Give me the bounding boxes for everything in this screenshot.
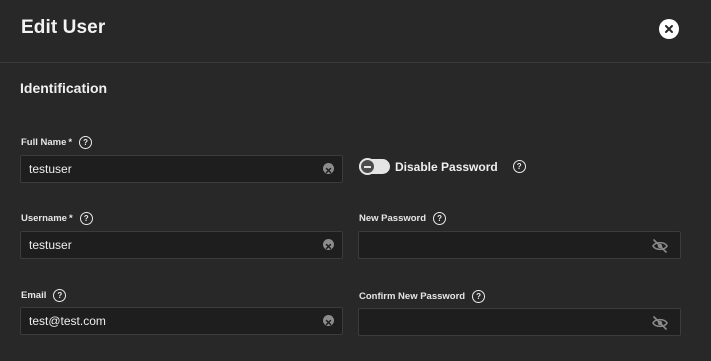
email-label: Email ? <box>21 289 67 302</box>
username-label: Username * ? <box>21 212 93 225</box>
dialog-title: Edit User <box>21 17 106 38</box>
confirm-password-label: Confirm New Password ? <box>359 290 486 303</box>
help-icon[interactable]: ? <box>79 212 93 225</box>
help-icon[interactable]: ? <box>433 212 447 225</box>
clear-icon[interactable] <box>323 315 334 326</box>
clear-icon[interactable] <box>323 239 334 250</box>
username-field[interactable]: testuser <box>20 231 343 259</box>
close-button[interactable] <box>659 19 679 39</box>
new-password-label: New Password ? <box>359 212 447 225</box>
close-icon <box>665 25 673 33</box>
full-name-value: testuser <box>29 162 72 176</box>
email-value: test@test.com <box>29 314 106 328</box>
section-title-identification: Identification <box>20 80 108 96</box>
required-marker: * <box>68 137 73 148</box>
disable-password-toggle-row: Disable Password ? <box>359 158 526 175</box>
eye-off-icon[interactable] <box>652 239 668 253</box>
disable-password-toggle[interactable] <box>359 158 390 175</box>
clear-icon[interactable] <box>323 163 334 174</box>
toggle-knob <box>359 158 376 175</box>
new-password-field[interactable] <box>358 231 681 259</box>
username-value: testuser <box>29 238 72 252</box>
full-name-field[interactable]: testuser <box>20 155 343 183</box>
help-icon[interactable]: ? <box>79 136 93 149</box>
help-icon[interactable]: ? <box>472 290 486 303</box>
confirm-password-field[interactable] <box>358 308 681 336</box>
disable-password-label[interactable]: Disable Password <box>395 160 498 174</box>
required-marker: * <box>68 213 73 224</box>
dialog-header: Edit User <box>0 0 711 63</box>
email-field[interactable]: test@test.com <box>20 307 343 335</box>
eye-off-icon[interactable] <box>652 316 668 330</box>
help-icon[interactable]: ? <box>512 160 526 173</box>
help-icon[interactable]: ? <box>53 289 67 302</box>
full-name-label: Full Name * ? <box>21 136 93 149</box>
